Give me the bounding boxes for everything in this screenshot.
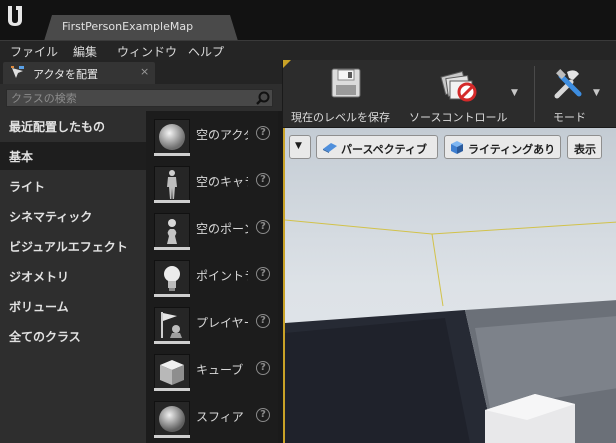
- thumb-underline: [154, 294, 190, 297]
- category-volumes[interactable]: ボリューム: [0, 292, 146, 320]
- menu-help[interactable]: ヘルプ: [188, 43, 224, 60]
- list-item[interactable]: 空のポーン ?: [146, 209, 278, 255]
- category-visual-effects[interactable]: ビジュアルエフェクト: [0, 232, 146, 260]
- unreal-logo-icon[interactable]: [4, 4, 26, 28]
- item-label: 空のキャラクター: [196, 175, 248, 189]
- list-item[interactable]: ポイントライト ?: [146, 256, 278, 302]
- list-item[interactable]: キューブ ?: [146, 350, 278, 396]
- menu-edit[interactable]: 編集: [73, 43, 97, 60]
- save-current-level-button[interactable]: 現在のレベルを保存: [287, 64, 399, 124]
- level-document-tab-label: FirstPersonExampleMap: [62, 20, 194, 33]
- source-control-button[interactable]: ソースコントロール ▼: [405, 64, 523, 124]
- show-flags-label: 表示: [574, 143, 596, 156]
- item-label: 空のポーン: [196, 222, 248, 236]
- category-recent[interactable]: 最近配置したもの: [0, 112, 146, 140]
- lit-cube-icon: [451, 141, 463, 154]
- sphere-actor-icon: [154, 119, 190, 155]
- search-icon[interactable]: [255, 90, 271, 106]
- source-control-icon: [440, 70, 477, 102]
- toolbar-separator: [534, 66, 535, 122]
- place-actors-tab[interactable]: アクタを配置 ×: [3, 62, 155, 84]
- list-item[interactable]: 空のキャラクター ?: [146, 162, 278, 208]
- help-icon[interactable]: ?: [256, 126, 270, 140]
- place-actors-panel: アクタを配置 × 最近配置したもの 基本 ライト シネマティック ビジュアルエフ…: [0, 60, 282, 443]
- unreal-editor-window: FirstPersonExampleMap ファイル 編集 ウィンドウ ヘルプ …: [0, 0, 616, 443]
- item-label: スフィア: [196, 410, 244, 424]
- place-actors-tab-label: アクタを配置: [33, 68, 99, 81]
- pawn-icon: [154, 213, 190, 249]
- help-icon[interactable]: ?: [256, 220, 270, 234]
- thumb-underline: [154, 200, 190, 203]
- help-icon[interactable]: ?: [256, 267, 270, 281]
- modes-tools-icon: [554, 69, 582, 99]
- save-current-level-label: 現在のレベルを保存: [291, 111, 390, 124]
- lighting-mode-label: ライティングあり: [468, 143, 556, 156]
- save-disk-icon: [331, 68, 361, 98]
- close-icon[interactable]: ×: [140, 65, 149, 78]
- item-label: 空のアクタ: [196, 128, 248, 142]
- thumb-underline: [154, 341, 190, 344]
- class-search-input[interactable]: [7, 90, 247, 106]
- cube-icon: [154, 354, 190, 390]
- modes-button[interactable]: モード ▼: [541, 64, 613, 124]
- category-basic[interactable]: 基本: [0, 142, 146, 170]
- menu-file[interactable]: ファイル: [10, 43, 58, 60]
- menu-bar: ファイル 編集 ウィンドウ ヘルプ: [0, 40, 616, 60]
- level-document-tab[interactable]: FirstPersonExampleMap: [44, 15, 238, 41]
- item-label: キューブ: [196, 363, 244, 377]
- class-search-box: [6, 89, 273, 107]
- list-item[interactable]: 空のアクタ ?: [146, 115, 278, 161]
- level-toolbar: 現在のレベルを保存 ソースコントロール ▼ モード ▼: [283, 60, 616, 128]
- list-item[interactable]: スフィア ?: [146, 397, 278, 443]
- sphere-icon: [154, 401, 190, 437]
- perspective-icon: [323, 143, 337, 153]
- title-bar: FirstPersonExampleMap: [0, 0, 616, 41]
- item-list-scrollbar[interactable]: [278, 111, 282, 443]
- player-start-flag-icon: [154, 307, 190, 343]
- category-geometry[interactable]: ジオメトリ: [0, 262, 146, 290]
- list-item[interactable]: プレイヤースタート ?: [146, 303, 278, 349]
- item-label: ポイントライト: [196, 269, 248, 283]
- thumb-underline: [154, 388, 190, 391]
- thumb-underline: [154, 153, 190, 156]
- help-icon[interactable]: ?: [256, 361, 270, 375]
- category-cinematic[interactable]: シネマティック: [0, 202, 146, 230]
- perspective-button[interactable]: パースペクティブ: [316, 135, 438, 159]
- actor-item-list: 空のアクタ ? 空のキャラクター ?: [146, 111, 278, 443]
- chevron-down-icon: ▼: [295, 141, 302, 151]
- point-light-bulb-icon: [154, 260, 190, 296]
- chevron-down-icon[interactable]: ▼: [593, 88, 600, 98]
- menu-window[interactable]: ウィンドウ: [117, 43, 177, 60]
- place-actors-icon: [11, 66, 24, 78]
- perspective-label: パースペクティブ: [341, 143, 428, 156]
- help-icon[interactable]: ?: [256, 408, 270, 422]
- item-label: プレイヤースタート: [196, 316, 248, 330]
- help-icon[interactable]: ?: [256, 314, 270, 328]
- character-mannequin-icon: [154, 166, 190, 202]
- thumb-underline: [154, 247, 190, 250]
- chevron-down-icon[interactable]: ▼: [511, 88, 518, 98]
- show-flags-button[interactable]: 表示: [567, 135, 602, 159]
- category-lights[interactable]: ライト: [0, 172, 146, 200]
- level-viewport[interactable]: ▼ パースペクティブ ライティングあり 表示: [283, 128, 616, 443]
- viewport-scene: [285, 128, 616, 443]
- help-icon[interactable]: ?: [256, 173, 270, 187]
- source-control-label: ソースコントロール: [409, 111, 508, 124]
- modes-label: モード: [553, 111, 586, 124]
- viewport-options-dropdown[interactable]: ▼: [289, 135, 311, 159]
- thumb-underline: [154, 435, 190, 438]
- category-all-classes[interactable]: 全てのクラス: [0, 322, 146, 350]
- lighting-mode-button[interactable]: ライティングあり: [444, 135, 561, 159]
